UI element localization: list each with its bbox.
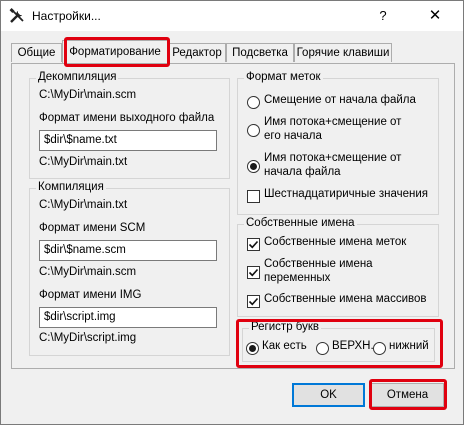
tab-general[interactable]: Общие bbox=[11, 43, 62, 62]
hex-label: Шестнадцатиричные значения bbox=[264, 188, 429, 200]
tools-icon bbox=[9, 8, 24, 23]
radio-case-upper[interactable] bbox=[316, 342, 329, 355]
own-label-names-checkbox[interactable] bbox=[247, 238, 260, 251]
own-array-names-label: Собственные имена массивов bbox=[264, 293, 427, 305]
scm-format-label: Формат имени SCM bbox=[39, 222, 146, 234]
radio-stream-file-offset-label-2: начала файла bbox=[264, 166, 341, 178]
own-names-group: Собственные имена Собственные имена мето… bbox=[237, 217, 439, 317]
radio-case-upper-label: ВЕРХН. bbox=[332, 340, 374, 352]
compile-title: Компиляция bbox=[36, 181, 106, 193]
label-format-title: Формат меток bbox=[244, 71, 323, 83]
own-label-names-label: Собственные имена меток bbox=[264, 236, 407, 248]
decompile-path: C:\MyDir\main.scm bbox=[39, 89, 137, 101]
decompile-group: Декомпиляция C:\MyDir\main.scm Формат им… bbox=[29, 71, 230, 179]
ok-button[interactable]: OK bbox=[292, 383, 365, 407]
own-var-names-label-1: Собственные имена bbox=[264, 258, 373, 270]
radio-file-offset-label: Смещение от начала файла bbox=[264, 94, 416, 106]
own-array-names-checkbox[interactable] bbox=[247, 295, 260, 308]
radio-case-lower[interactable] bbox=[373, 342, 386, 355]
window-title: Настройки... bbox=[32, 9, 101, 23]
scm-format-field[interactable]: $dir\$name.scm bbox=[39, 240, 217, 261]
tab-editor[interactable]: Редактор bbox=[168, 43, 226, 62]
scm-preview: C:\MyDir\main.scm bbox=[39, 266, 137, 278]
own-names-title: Собственные имена bbox=[244, 217, 357, 229]
output-preview: C:\MyDir\main.txt bbox=[39, 156, 128, 168]
cancel-button[interactable]: Отмена bbox=[371, 383, 444, 407]
img-format-field[interactable]: $dir\script.img bbox=[39, 307, 217, 328]
radio-case-as-is-label: Как есть bbox=[262, 340, 307, 352]
tab-formatting[interactable]: Форматирование bbox=[62, 40, 168, 63]
output-format-field[interactable]: $dir\$name.txt bbox=[39, 130, 217, 151]
radio-case-lower-label: нижний bbox=[389, 340, 429, 352]
title-bar: Настройки... ? ✕ bbox=[1, 1, 463, 31]
label-format-group: Формат меток Смещение от начала файла Им… bbox=[237, 71, 439, 215]
hex-checkbox[interactable] bbox=[247, 190, 260, 203]
output-format-label: Формат имени выходного файла bbox=[39, 112, 215, 124]
radio-stream-file-offset-label-1: Имя потока+смещение от bbox=[264, 152, 402, 164]
help-button[interactable]: ? bbox=[373, 6, 393, 26]
check-mark-icon bbox=[248, 297, 259, 306]
own-var-names-label-2: переменных bbox=[264, 272, 331, 284]
img-format-label: Формат имени IMG bbox=[39, 289, 142, 301]
tab-hotkeys[interactable]: Горячие клавиши bbox=[294, 43, 392, 62]
radio-stream-file-offset[interactable] bbox=[247, 160, 260, 173]
tab-highlight[interactable]: Подсветка bbox=[226, 43, 294, 62]
close-button[interactable]: ✕ bbox=[425, 6, 445, 26]
formatting-panel: Декомпиляция C:\MyDir\main.scm Формат им… bbox=[11, 63, 455, 369]
tab-strip: Общие Форматирование Редактор Подсветка … bbox=[1, 39, 463, 65]
radio-stream-offset-label-2: его начала bbox=[264, 130, 322, 142]
decompile-title: Декомпиляция bbox=[36, 71, 119, 83]
radio-case-as-is[interactable] bbox=[246, 342, 259, 355]
compile-group: Компиляция C:\MyDir\main.txt Формат имен… bbox=[29, 181, 230, 356]
img-preview: C:\MyDir\script.img bbox=[39, 332, 137, 344]
radio-stream-offset[interactable] bbox=[247, 124, 260, 137]
own-var-names-checkbox[interactable] bbox=[247, 266, 260, 279]
letter-case-group: Регистр букв Как есть ВЕРХН. нижний bbox=[242, 321, 435, 362]
radio-file-offset[interactable] bbox=[247, 96, 260, 109]
radio-stream-offset-label-1: Имя потока+смещение от bbox=[264, 116, 402, 128]
check-mark-icon bbox=[248, 240, 259, 249]
letter-case-title: Регистр букв bbox=[249, 321, 322, 333]
check-mark-icon bbox=[248, 268, 259, 277]
settings-dialog: Настройки... ? ✕ Общие Форматирование Ре… bbox=[0, 0, 464, 425]
compile-path: C:\MyDir\main.txt bbox=[39, 199, 128, 211]
